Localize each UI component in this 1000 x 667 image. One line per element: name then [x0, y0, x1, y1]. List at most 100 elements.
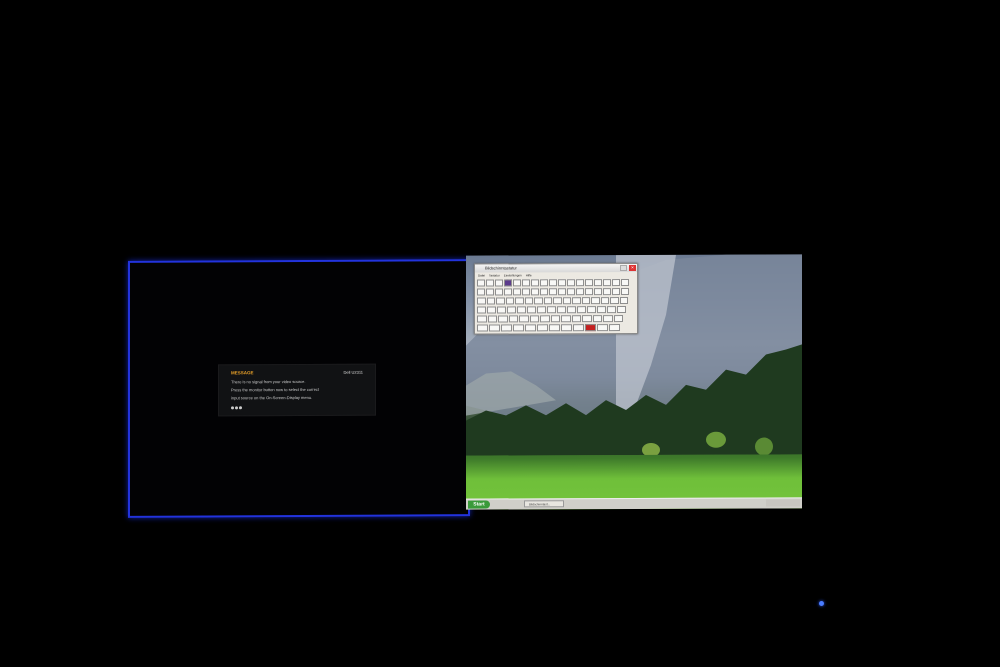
keyboard-key[interactable] — [561, 324, 572, 332]
keyboard-key[interactable] — [524, 297, 533, 305]
menu-item-keyboard[interactable]: Tastatur — [489, 273, 500, 277]
keyboard-key[interactable] — [607, 306, 616, 314]
keyboard-key[interactable] — [534, 297, 543, 305]
keyboard-key[interactable] — [571, 315, 581, 323]
keyboard-key[interactable] — [501, 324, 512, 332]
keyboard-key[interactable] — [505, 297, 514, 305]
keyboard-key[interactable] — [522, 288, 530, 296]
keyboard-key[interactable] — [594, 279, 602, 287]
keyboard-key[interactable] — [610, 297, 619, 305]
keyboard-key[interactable] — [515, 297, 524, 305]
keyboard-key[interactable] — [573, 324, 584, 332]
keyboard-key[interactable] — [612, 279, 620, 287]
menu-item-help[interactable]: Hilfe — [526, 273, 532, 277]
taskbar-item-keyboard[interactable]: Bildschirmtast... — [524, 500, 564, 508]
keyboard-key[interactable] — [513, 324, 524, 332]
keyboard-key[interactable] — [603, 315, 613, 323]
keyboard-key[interactable] — [477, 279, 485, 287]
on-screen-keyboard-window[interactable]: Bildschirmtastatur × Datei Tastatur Eins… — [474, 262, 638, 335]
keyboard-key[interactable] — [562, 297, 571, 305]
keyboard-key[interactable] — [581, 297, 590, 305]
keyboard-key[interactable] — [504, 279, 512, 287]
keyboard-key[interactable] — [529, 315, 539, 323]
keyboard-key[interactable] — [561, 315, 571, 323]
keyboard-key[interactable] — [592, 315, 602, 323]
keyboard-key[interactable] — [477, 288, 485, 296]
keyboard-key[interactable] — [496, 297, 505, 305]
keyboard-key[interactable] — [486, 279, 494, 287]
keyboard-key[interactable] — [621, 279, 629, 287]
keyboard-key[interactable] — [486, 297, 495, 305]
keyboard-key[interactable] — [487, 306, 496, 314]
keyboard-key[interactable] — [495, 288, 503, 296]
keyboard-key[interactable] — [582, 315, 592, 323]
keyboard-key[interactable] — [477, 315, 487, 323]
keyboard-key[interactable] — [513, 279, 521, 287]
keyboard-key[interactable] — [587, 306, 596, 314]
keyboard-key[interactable] — [477, 306, 486, 314]
keyboard-key[interactable] — [597, 324, 608, 332]
keyboard-key[interactable] — [495, 279, 503, 287]
keyboard-key[interactable] — [537, 306, 546, 314]
keyboard-key[interactable] — [585, 324, 596, 332]
keyboard-key[interactable] — [594, 288, 602, 296]
keyboard-key[interactable] — [486, 288, 494, 296]
osk-titlebar[interactable]: Bildschirmtastatur × — [475, 263, 637, 273]
keyboard-key[interactable] — [504, 288, 512, 296]
keyboard-key[interactable] — [609, 324, 620, 332]
keyboard-key[interactable] — [477, 324, 488, 332]
close-button[interactable]: × — [629, 264, 636, 272]
keyboard-key[interactable] — [567, 279, 575, 287]
keyboard-key[interactable] — [600, 297, 609, 305]
keyboard-key[interactable] — [531, 288, 539, 296]
menu-item-settings[interactable]: Einstellungen — [504, 273, 522, 277]
keyboard-key[interactable] — [577, 306, 586, 314]
keyboard-key[interactable] — [497, 306, 506, 314]
keyboard-key[interactable] — [540, 279, 548, 287]
keyboard-key[interactable] — [489, 324, 500, 332]
start-button[interactable]: Start — [468, 500, 490, 509]
keyboard-key[interactable] — [585, 279, 593, 287]
keyboard-key[interactable] — [487, 315, 497, 323]
keyboard-key[interactable] — [621, 288, 629, 296]
keyboard-key[interactable] — [549, 279, 557, 287]
keyboard-key[interactable] — [508, 315, 518, 323]
keyboard-key[interactable] — [567, 288, 575, 296]
keyboard-key[interactable] — [553, 297, 562, 305]
keyboard-key[interactable] — [613, 315, 623, 323]
keyboard-key[interactable] — [522, 279, 530, 287]
keyboard-key[interactable] — [525, 324, 536, 332]
keyboard-key[interactable] — [537, 324, 548, 332]
keyboard-key[interactable] — [519, 315, 529, 323]
keyboard-key[interactable] — [558, 288, 566, 296]
keyboard-key[interactable] — [507, 306, 516, 314]
keyboard-key[interactable] — [576, 288, 584, 296]
minimize-button[interactable] — [620, 265, 627, 272]
keyboard-key[interactable] — [513, 288, 521, 296]
keyboard-key[interactable] — [603, 288, 611, 296]
keyboard-key[interactable] — [550, 315, 560, 323]
keyboard-key[interactable] — [612, 288, 620, 296]
keyboard-key[interactable] — [527, 306, 536, 314]
keyboard-key[interactable] — [557, 306, 566, 314]
keyboard-key[interactable] — [547, 306, 556, 314]
keyboard-key[interactable] — [498, 315, 508, 323]
keyboard-key[interactable] — [549, 288, 557, 296]
keyboard-key[interactable] — [585, 288, 593, 296]
keyboard-key[interactable] — [540, 315, 550, 323]
keyboard-key[interactable] — [477, 297, 486, 305]
keyboard-key[interactable] — [617, 306, 626, 314]
keyboard-key[interactable] — [540, 288, 548, 296]
keyboard-key[interactable] — [543, 297, 552, 305]
keyboard-key[interactable] — [591, 297, 600, 305]
keyboard-key[interactable] — [531, 279, 539, 287]
keyboard-key[interactable] — [576, 279, 584, 287]
keyboard-key[interactable] — [619, 297, 628, 305]
keyboard-key[interactable] — [567, 306, 576, 314]
menu-item-file[interactable]: Datei — [478, 274, 485, 278]
keyboard-key[interactable] — [597, 306, 606, 314]
keyboard-key[interactable] — [558, 279, 566, 287]
keyboard-key[interactable] — [517, 306, 526, 314]
keyboard-key[interactable] — [549, 324, 560, 332]
keyboard-key[interactable] — [572, 297, 581, 305]
